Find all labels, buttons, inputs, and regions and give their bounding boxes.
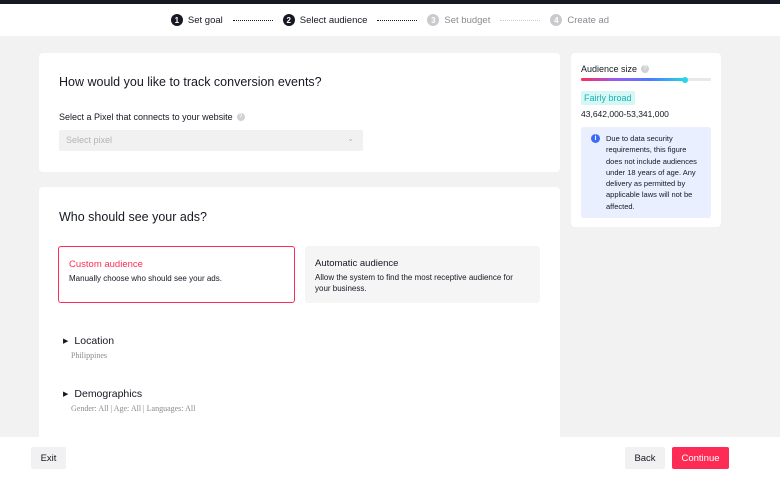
step-set-budget: 3 Set budget <box>427 14 490 26</box>
step-connector <box>232 19 273 21</box>
step-create-ad: 4 Create ad <box>550 14 609 26</box>
tracking-card: How would you like to track conversion e… <box>39 53 560 172</box>
progress-stepper: 1 Set goal 2 Select audience 3 Set budge… <box>0 4 780 36</box>
step-number: 2 <box>282 14 295 26</box>
demographics-toggle[interactable]: ▶ Demographics <box>63 388 195 400</box>
data-security-note: i Due to data security requirements, thi… <box>581 127 711 218</box>
audience-card: Who should see your ads? Custom audience… <box>39 187 560 447</box>
tracking-title: How would you like to track conversion e… <box>59 75 322 89</box>
step-number: 3 <box>427 14 440 26</box>
audience-title: Who should see your ads? <box>59 210 208 224</box>
section-summary: Gender: All | Age: All | Languages: All <box>71 404 196 413</box>
option-description: Manually choose who should see your ads. <box>69 274 222 283</box>
step-label: Select audience <box>299 14 368 26</box>
audience-breadth-badge: Fairly broad <box>581 91 635 105</box>
step-label: Create ad <box>567 14 610 26</box>
back-button[interactable]: Back <box>625 447 665 469</box>
help-icon[interactable]: ? <box>236 113 245 121</box>
pixel-select[interactable]: Select pixel ⌄ <box>59 130 363 151</box>
step-label: Set budget <box>444 14 491 26</box>
audience-size-meter <box>581 78 711 81</box>
meter-fill <box>581 78 685 81</box>
meter-indicator <box>682 77 688 83</box>
step-select-audience[interactable]: 2 Select audience <box>282 14 368 26</box>
caret-right-icon: ▶ <box>63 338 69 345</box>
help-icon[interactable]: ? <box>641 65 650 73</box>
option-title: Automatic audience <box>315 258 399 269</box>
pixel-label-text: Select a Pixel that connects to your web… <box>59 112 233 122</box>
custom-audience-option[interactable]: Custom audience Manually choose who shou… <box>58 246 295 303</box>
exit-button[interactable]: Exit <box>31 447 66 469</box>
demographics-section: ▶ Demographics Gender: All | Age: All | … <box>63 388 195 413</box>
pixel-field-label: Select a Pixel that connects to your web… <box>59 112 245 122</box>
section-title: Demographics <box>74 388 143 400</box>
automatic-audience-option[interactable]: Automatic audience Allow the system to f… <box>305 246 540 303</box>
step-set-goal[interactable]: 1 Set goal <box>170 14 223 26</box>
audience-size-title: Audience size <box>581 64 638 74</box>
section-summary: Philippines <box>71 351 108 360</box>
audience-size-label: Audience size ? <box>581 64 650 74</box>
continue-button[interactable]: Continue <box>672 447 729 469</box>
pixel-select-placeholder: Select pixel <box>66 135 113 145</box>
footer-bar: Exit Back Continue <box>0 437 780 478</box>
chevron-down-icon: ⌄ <box>347 134 354 143</box>
info-icon: i <box>591 134 600 143</box>
step-connector <box>377 19 418 21</box>
caret-right-icon: ▶ <box>63 391 69 398</box>
section-title: Location <box>74 335 115 347</box>
option-description: Allow the system to find the most recept… <box>315 273 513 293</box>
location-toggle[interactable]: ▶ Location <box>63 335 114 347</box>
step-number: 1 <box>170 14 183 26</box>
audience-size-panel: Audience size ? Fairly broad 43,642,000-… <box>571 53 721 227</box>
option-title: Custom audience <box>69 259 143 270</box>
step-number: 4 <box>550 14 563 26</box>
step-connector <box>500 19 541 21</box>
note-text: Due to data security requirements, this … <box>606 134 697 211</box>
location-section: ▶ Location Philippines <box>63 335 114 360</box>
audience-size-range: 43,642,000-53,341,000 <box>581 109 669 119</box>
step-label: Set goal <box>187 14 223 26</box>
